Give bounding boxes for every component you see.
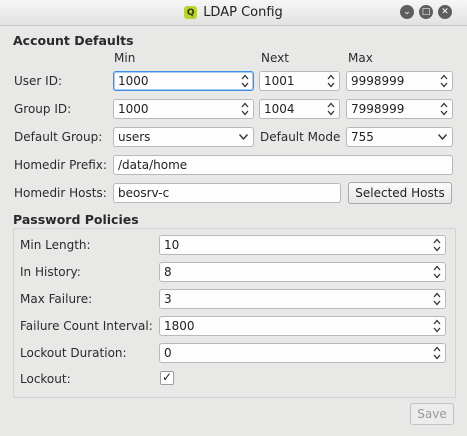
spinner-arrows-icon[interactable] [440, 74, 448, 88]
failure-count-interval-spinbox[interactable]: 1800 [159, 316, 446, 336]
chevron-down-icon[interactable] [438, 134, 447, 140]
homedir-hosts-input[interactable]: beosrv-c [113, 183, 341, 203]
save-button[interactable]: Save [410, 403, 454, 425]
chevron-down-icon[interactable] [239, 134, 248, 140]
homedir-hosts-label: Homedir Hosts: [14, 186, 107, 200]
spinner-arrows-icon[interactable] [241, 74, 249, 88]
spinner-arrows-icon[interactable] [433, 319, 441, 333]
max-failure-value: 3 [164, 292, 172, 306]
lockout-duration-value: 0 [164, 346, 172, 360]
group-id-min-spinbox[interactable]: 1000 [113, 99, 254, 119]
user-id-next-spinbox[interactable]: 1001 [259, 71, 340, 91]
in-history-spinbox[interactable]: 8 [159, 262, 446, 282]
spinner-arrows-icon[interactable] [327, 74, 335, 88]
lockout-label: Lockout: [20, 372, 71, 386]
spinner-arrows-icon[interactable] [327, 102, 335, 116]
user-id-min-value: 1000 [118, 74, 149, 88]
default-mode-value: 755 [351, 130, 374, 144]
selected-hosts-button[interactable]: Selected Hosts [348, 182, 452, 204]
group-id-next-spinbox[interactable]: 1004 [259, 99, 340, 119]
minimize-icon[interactable]: ⌄ [400, 5, 414, 19]
user-id-max-spinbox[interactable]: 9998999 [346, 71, 453, 91]
lockout-checkbox[interactable]: ✓ [160, 370, 174, 385]
account-defaults-heading: Account Defaults [13, 33, 134, 48]
failure-count-interval-label: Failure Count Interval: [20, 319, 153, 333]
max-failure-spinbox[interactable]: 3 [159, 289, 446, 309]
group-id-min-value: 1000 [118, 102, 149, 116]
default-mode-label: Default Mode [260, 130, 341, 144]
group-id-next-value: 1004 [264, 102, 295, 116]
in-history-label: In History: [20, 265, 81, 279]
user-id-max-value: 9998999 [351, 74, 405, 88]
spinner-arrows-icon[interactable] [440, 102, 448, 116]
default-group-label: Default Group: [14, 130, 103, 144]
user-id-min-spinbox[interactable]: 1000 [113, 71, 254, 91]
min-length-label: Min Length: [20, 238, 91, 252]
min-length-value: 10 [164, 238, 180, 252]
checkmark-icon: ✓ [162, 370, 173, 384]
min-length-spinbox[interactable]: 10 [159, 235, 446, 255]
homedir-prefix-value: /data/home [118, 158, 188, 172]
next-column-header: Next [261, 51, 289, 65]
close-icon[interactable]: ✕ [438, 5, 452, 19]
spinner-arrows-icon[interactable] [433, 346, 441, 360]
user-id-next-value: 1001 [264, 74, 295, 88]
window-title: LDAP Config [203, 5, 283, 20]
homedir-hosts-value: beosrv-c [118, 186, 170, 200]
password-policies-heading: Password Policies [13, 212, 139, 227]
default-mode-combobox[interactable]: 755 [346, 127, 453, 147]
group-id-label: Group ID: [14, 102, 72, 116]
max-column-header: Max [348, 51, 373, 65]
app-icon: Q [184, 6, 198, 19]
max-failure-label: Max Failure: [20, 292, 93, 306]
spinner-arrows-icon[interactable] [433, 265, 441, 279]
maximize-icon[interactable]: □ [419, 5, 433, 19]
title-bar[interactable]: Q LDAP Config ⌄ □ ✕ [0, 0, 467, 26]
spinner-arrows-icon[interactable] [433, 238, 441, 252]
lockout-duration-spinbox[interactable]: 0 [159, 343, 446, 363]
in-history-value: 8 [164, 265, 172, 279]
min-column-header: Min [114, 51, 136, 65]
spinner-arrows-icon[interactable] [433, 292, 441, 306]
user-id-label: User ID: [14, 74, 62, 88]
group-id-max-value: 7998999 [351, 102, 405, 116]
default-group-value: users [118, 130, 151, 144]
default-group-combobox[interactable]: users [113, 127, 254, 147]
homedir-prefix-input[interactable]: /data/home [113, 155, 453, 175]
lockout-duration-label: Lockout Duration: [20, 346, 127, 360]
group-id-max-spinbox[interactable]: 7998999 [346, 99, 453, 119]
spinner-arrows-icon[interactable] [241, 102, 249, 116]
homedir-prefix-label: Homedir Prefix: [14, 158, 107, 172]
failure-count-interval-value: 1800 [164, 319, 195, 333]
